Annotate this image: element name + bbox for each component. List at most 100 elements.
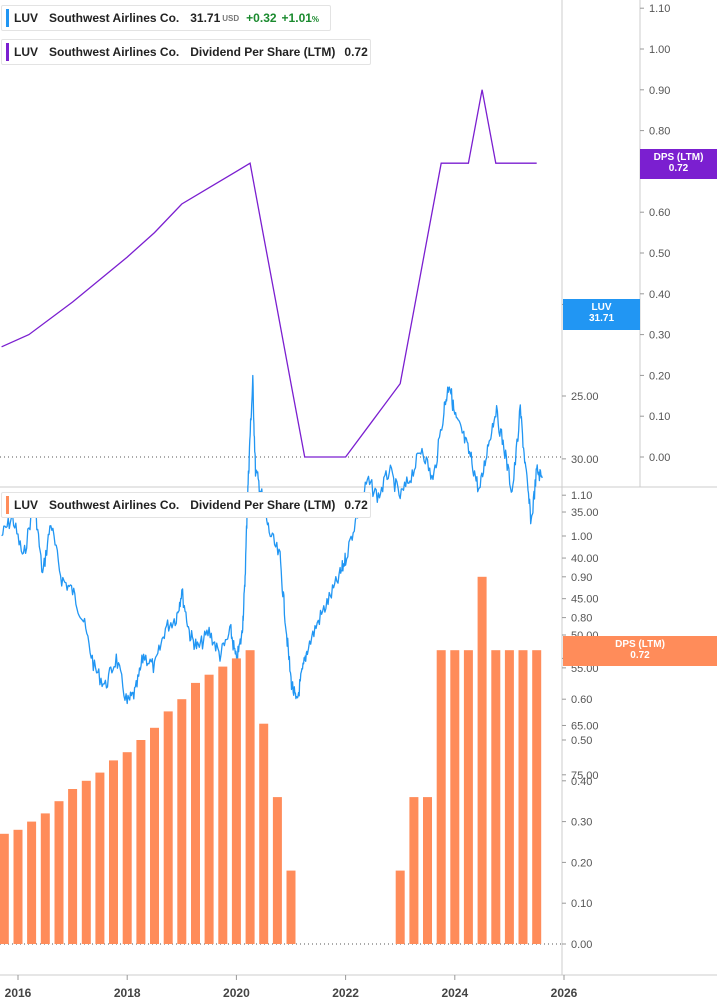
x-tick-label: 2016 xyxy=(5,986,32,1000)
x-tick-label: 2026 xyxy=(551,986,578,1000)
dps-legend-bottom-company: Southwest Airlines Co. xyxy=(49,498,180,512)
price-legend-pct-sign: % xyxy=(311,15,320,24)
dps-bar xyxy=(518,650,528,944)
price-tick-label: 35.00 xyxy=(571,507,599,519)
dps-top-tick-label: 0.50 xyxy=(649,248,670,260)
dps-top-tick-label: 0.10 xyxy=(649,411,670,423)
dps-legend-bottom-metric: Dividend Per Share (LTM) xyxy=(190,498,336,512)
price-legend-change-pct-value: +1.01 xyxy=(281,11,312,25)
dps-bottom-tick-label: 0.10 xyxy=(571,898,592,910)
price-legend-currency: USD xyxy=(222,13,240,23)
dps-bar xyxy=(27,821,37,944)
price-series-layer xyxy=(1,374,543,705)
dps-flag-bottom-label: DPS (LTM) xyxy=(615,639,665,650)
x-tick-label: 2022 xyxy=(332,986,359,1000)
dps-legend-top: LUV Southwest Airlines Co. Dividend Per … xyxy=(1,39,371,65)
dps-top-tick-label: 0.30 xyxy=(649,330,670,342)
dps-bottom-tick-label: 0.80 xyxy=(571,613,592,625)
frame-layer xyxy=(0,0,717,976)
dps-legend-top-metric: Dividend Per Share (LTM) xyxy=(190,45,336,59)
dps-bottom-tick-label: 0.20 xyxy=(571,857,592,869)
dps-flag-bottom-value: 0.72 xyxy=(630,650,650,661)
dps-bar xyxy=(204,674,214,944)
dps-bars-layer xyxy=(0,576,542,944)
price-legend-change-pct: +1.01% xyxy=(282,11,320,25)
dps-bar xyxy=(477,576,487,944)
price-legend-company: Southwest Airlines Co. xyxy=(49,11,180,25)
dps-bottom-tick-label: 0.60 xyxy=(571,694,592,706)
price-legend-price: 31.71 xyxy=(190,11,221,25)
dps-bar xyxy=(231,658,241,944)
dps-top-tick-label: 0.60 xyxy=(649,207,670,219)
dps-bottom-tick-label: 0.00 xyxy=(571,939,592,951)
x-tick-label: 2018 xyxy=(114,986,141,1000)
dps-flag-top-value: 0.72 xyxy=(668,163,689,174)
dps-bar xyxy=(68,789,78,944)
dps-bar xyxy=(491,650,501,944)
dps-bar xyxy=(95,772,105,944)
dps-legend-top-swatch xyxy=(6,43,9,61)
dps-bar xyxy=(0,833,9,944)
dps-bar xyxy=(191,682,200,944)
dps-flag-bottom: DPS (LTM) 0.72 xyxy=(563,636,717,666)
dps-bottom-tick-label: 0.40 xyxy=(571,776,592,788)
dps-bar xyxy=(409,797,419,944)
dps-top-tick-label: 0.80 xyxy=(649,126,670,138)
dps-legend-top-value: 0.72 xyxy=(344,45,368,59)
price-tick-label: 25.00 xyxy=(571,391,599,403)
dps-bar xyxy=(436,650,446,944)
dps-top-tick-label: 1.10 xyxy=(649,3,670,15)
dps-series-line xyxy=(1,89,537,458)
dps-bar xyxy=(532,650,542,944)
dps-bar xyxy=(122,752,132,944)
price-tick-label: 65.00 xyxy=(571,720,599,732)
price-legend: LUV Southwest Airlines Co. 31.71 USD +0.… xyxy=(1,5,331,31)
dps-bar xyxy=(81,780,91,944)
dps-top-tick-label: 0.40 xyxy=(649,289,670,301)
dps-bar xyxy=(423,797,432,944)
x-tick-label: 2020 xyxy=(223,986,250,1000)
price-flag-value: 31.71 xyxy=(588,313,615,324)
dps-bar xyxy=(259,723,269,944)
dps-top-tick-label: 0.20 xyxy=(649,370,670,382)
dps-bar xyxy=(504,650,514,944)
dps-legend-bottom-swatch xyxy=(6,496,9,514)
dps-top-tick-label: 0.00 xyxy=(649,452,670,464)
dps-legend-top-ticker: LUV xyxy=(14,45,38,59)
price-flag: LUV 31.71 xyxy=(563,299,640,330)
dps-legend-bottom: LUV Southwest Airlines Co. Dividend Per … xyxy=(1,492,371,518)
dps-bar xyxy=(40,813,50,944)
dps-bottom-tick-label: 0.90 xyxy=(571,572,592,584)
dps-bar xyxy=(150,727,159,944)
dps-bottom-tick-label: 1.10 xyxy=(571,490,592,502)
dps-top-tick-label: 1.00 xyxy=(649,44,670,56)
dps-bottom-tick-label: 1.00 xyxy=(571,531,592,543)
dps-top-tick-label: 0.90 xyxy=(649,85,670,97)
price-legend-change: +0.32 xyxy=(246,11,277,25)
dps-bar xyxy=(463,650,473,944)
price-legend-ticker: LUV xyxy=(14,11,38,25)
dps-bottom-tick-label: 0.50 xyxy=(571,735,592,747)
dps-bar xyxy=(54,801,64,944)
dps-bar xyxy=(245,650,255,944)
x-tick-label: 2024 xyxy=(441,986,468,1000)
dps-bar xyxy=(450,650,460,944)
dps-flag-top-label: DPS (LTM) xyxy=(653,152,704,163)
dps-bar xyxy=(109,760,118,944)
price-tick-label: 30.00 xyxy=(571,454,599,466)
price-legend-swatch xyxy=(6,9,9,27)
dps-bar xyxy=(177,699,187,944)
dps-legend-top-company: Southwest Airlines Co. xyxy=(49,45,180,59)
dps-legend-bottom-value: 0.72 xyxy=(344,498,368,512)
price-tick-label: 40.00 xyxy=(571,553,599,565)
dps-bottom-tick-label: 0.30 xyxy=(571,817,592,829)
dps-bar xyxy=(272,797,282,944)
price-tick-label: 45.00 xyxy=(571,594,599,606)
dps-legend-bottom-ticker: LUV xyxy=(14,498,38,512)
dps-bar xyxy=(218,666,228,944)
dps-flag-top: DPS (LTM) 0.72 xyxy=(640,149,717,179)
dps-bar xyxy=(395,870,405,944)
dps-bar xyxy=(163,711,173,944)
price-series-line xyxy=(1,374,543,705)
dps-bar xyxy=(13,829,23,944)
